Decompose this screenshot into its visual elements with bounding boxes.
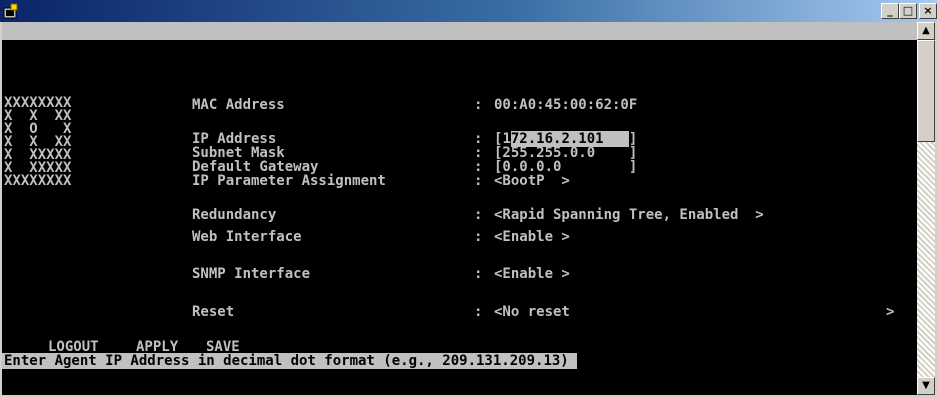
scroll-up-button[interactable]: ▲ xyxy=(917,22,935,40)
header-bar: Basic Switch Configuration FL SWITCH LMS xyxy=(2,22,917,75)
snmp-interface-label: SNMP Interface xyxy=(192,266,311,282)
reset-select-end[interactable]: > xyxy=(886,305,894,319)
save-button[interactable]: SAVE xyxy=(206,340,240,354)
device-name: FL SWITCH LMS xyxy=(743,59,853,75)
gateway-input[interactable]: [0.0.0.0 ] xyxy=(494,160,637,174)
ip-assignment-select[interactable]: <BootP > xyxy=(494,174,570,188)
mac-label: MAC Address xyxy=(192,97,285,113)
gateway-sep: : xyxy=(474,159,483,175)
status-line: Enter Agent IP Address in decimal dot fo… xyxy=(2,353,577,369)
terminal-screen[interactable]: Basic Switch Configuration FL SWITCH LMS… xyxy=(2,22,917,395)
status-text: Enter Agent IP Address in decimal dot fo… xyxy=(2,353,577,369)
close-button[interactable]: × xyxy=(919,3,937,19)
reset-select[interactable]: <No reset xyxy=(494,305,570,319)
mac-value: 00:A0:45:00:62:0F xyxy=(494,97,638,113)
terminal-app-icon[interactable] xyxy=(3,3,19,19)
subnet-mask-input[interactable]: [255.255.0.0 ] xyxy=(494,146,637,160)
ip-assignment-sep: : xyxy=(474,173,483,189)
reset-label: Reset xyxy=(192,304,235,320)
web-interface-sep: : xyxy=(474,229,483,245)
maximize-button[interactable]: □ xyxy=(899,3,917,19)
subnet-sep: : xyxy=(474,145,483,161)
apply-button[interactable]: APPLY xyxy=(136,340,178,354)
ip-label: IP Address xyxy=(192,131,277,147)
scroll-down-button[interactable]: ▼ xyxy=(917,377,935,395)
page-title: Basic Switch Configuration xyxy=(4,41,224,57)
reset-sep: : xyxy=(474,304,483,320)
web-interface-label: Web Interface xyxy=(192,229,302,245)
redundancy-select[interactable]: <Rapid Spanning Tree, Enabled > xyxy=(494,208,764,222)
gateway-label: Default Gateway xyxy=(192,159,319,175)
subnet-label: Subnet Mask xyxy=(192,145,285,161)
snmp-interface-sep: : xyxy=(474,266,483,282)
redundancy-sep: : xyxy=(474,207,483,223)
minimize-button[interactable]: _ xyxy=(881,3,899,19)
scroll-thumb[interactable] xyxy=(917,40,935,142)
logout-button[interactable]: LOGOUT xyxy=(48,340,99,354)
logo-line: XXXXXXXX xyxy=(4,173,72,189)
ip-address-input[interactable]: [172.16.2.101 ] xyxy=(494,131,637,147)
vertical-scrollbar[interactable]: ▲ ▼ xyxy=(917,22,935,395)
ip-sep: : xyxy=(474,131,483,147)
ip-assignment-label: IP Parameter Assignment xyxy=(192,173,386,189)
mac-sep: : xyxy=(474,97,483,113)
web-interface-select[interactable]: <Enable > xyxy=(494,230,570,244)
redundancy-label: Redundancy xyxy=(192,207,277,223)
snmp-interface-select[interactable]: <Enable > xyxy=(494,267,570,281)
window-titlebar[interactable]: _ □ × xyxy=(0,0,937,22)
